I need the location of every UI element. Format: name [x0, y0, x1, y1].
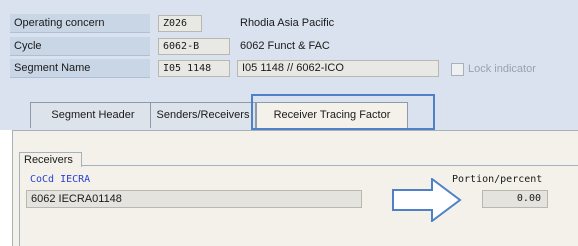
cycle-value[interactable]: 6062-B — [158, 38, 230, 55]
segment-name-label: Segment Name — [10, 59, 150, 78]
tab-senders-receivers[interactable]: Senders/Receivers — [150, 102, 256, 128]
operating-concern-label: Operating concern — [10, 14, 150, 33]
segment-name-row: Segment Name I05 1148 I05 1148 // 6062-I… — [0, 59, 578, 78]
portion-percent-input[interactable]: 0.00 — [482, 190, 548, 208]
tab-content: Receivers CoCd IECRA Portion/percent 606… — [12, 130, 578, 246]
receiver-input[interactable]: 6062 IECRA01148 — [26, 190, 362, 208]
right-arrow-icon — [392, 178, 462, 222]
operating-concern-row: Operating concern Z026 Rhodia Asia Pacif… — [0, 14, 578, 33]
tab-strip: Segment Header Senders/Receivers Receive… — [0, 100, 578, 130]
tab-receiver-tracing-factor[interactable]: Receiver Tracing Factor — [256, 102, 408, 130]
lock-indicator-label: Lock indicator — [468, 63, 536, 75]
portion-column-header: Portion/percent — [452, 174, 543, 185]
segment-name-value[interactable]: I05 1148 — [158, 60, 230, 77]
receivers-group: Receivers CoCd IECRA Portion/percent 606… — [19, 152, 578, 246]
operating-concern-description: Rhodia Asia Pacific — [240, 17, 335, 29]
cocd-column-header[interactable]: CoCd IECRA — [30, 174, 90, 185]
receivers-group-title: Receivers — [19, 152, 82, 167]
operating-concern-value[interactable]: Z026 — [158, 15, 202, 32]
cycle-description: 6062 Funct & FAC — [240, 40, 330, 52]
tab-segment-header[interactable]: Segment Header — [30, 102, 156, 128]
header-panel: Operating concern Z026 Rhodia Asia Pacif… — [0, 0, 578, 100]
segment-name-description[interactable]: I05 1148 // 6062-ICO — [237, 60, 439, 77]
lock-indicator-checkbox[interactable] — [451, 62, 464, 76]
cycle-label: Cycle — [10, 37, 150, 56]
cycle-row: Cycle 6062-B 6062 Funct & FAC — [0, 37, 578, 56]
lock-indicator[interactable]: Lock indicator — [451, 61, 536, 77]
